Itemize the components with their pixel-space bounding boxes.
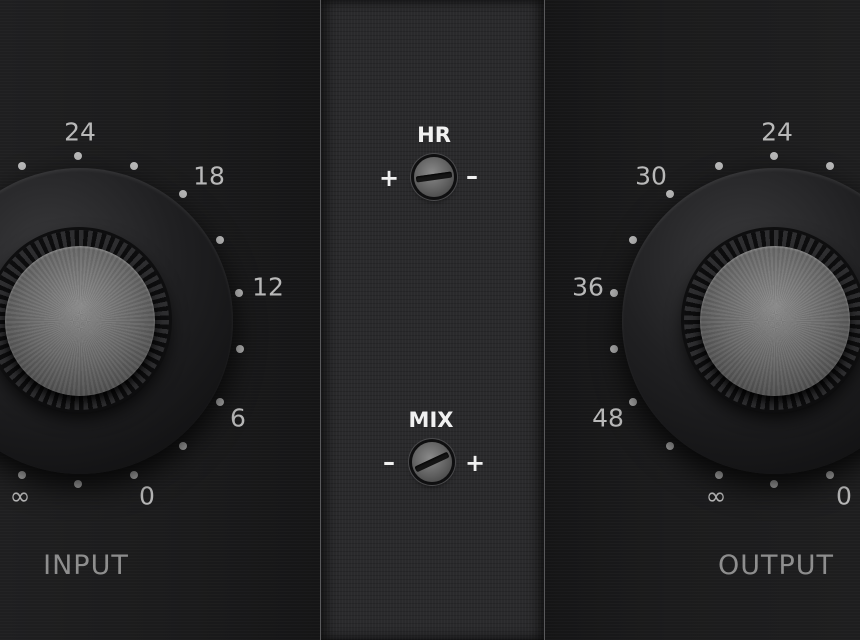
mix-plus-sign: + xyxy=(464,449,486,477)
output-knob-cap xyxy=(700,246,850,396)
output-scale-label: 36 xyxy=(572,272,604,302)
input-scale-dot xyxy=(74,480,82,488)
output-scale-dot xyxy=(610,345,618,353)
input-scale-label: 0 xyxy=(139,481,155,511)
output-scale-label: 48 xyxy=(592,403,624,433)
hr-minus-sign: – xyxy=(466,162,478,190)
output-section: 24 30 36 48 ∞ 0 OUTPUT xyxy=(545,0,860,640)
center-panel: HR + – MIX – + xyxy=(320,0,545,640)
input-label: INPUT xyxy=(43,550,129,581)
mix-minus-sign: – xyxy=(383,448,395,476)
input-knob-cap xyxy=(5,246,155,396)
input-scale-label: 24 xyxy=(64,117,96,147)
input-section: 24 18 12 6 0 ∞ INPUT xyxy=(0,0,320,640)
input-scale-dot xyxy=(236,345,244,353)
hr-trim-screw[interactable] xyxy=(414,157,454,197)
output-scale-label: 24 xyxy=(761,117,793,147)
output-label: OUTPUT xyxy=(717,550,835,581)
mix-label: MIX xyxy=(408,408,454,432)
input-scale-label: 12 xyxy=(252,272,284,302)
output-scale-dot xyxy=(770,480,778,488)
output-scale-dot xyxy=(770,152,778,160)
mix-screw-slot xyxy=(414,451,450,473)
mix-trim-screw[interactable] xyxy=(412,442,452,482)
input-knob[interactable] xyxy=(0,168,233,474)
output-scale-dot xyxy=(610,289,618,297)
hr-screw-slot xyxy=(415,171,453,183)
hr-label: HR xyxy=(417,123,451,147)
output-scale-label: ∞ xyxy=(705,481,727,511)
hr-plus-sign: + xyxy=(378,164,400,192)
output-knob[interactable] xyxy=(622,168,860,474)
input-scale-label: ∞ xyxy=(9,481,31,511)
input-scale-dot xyxy=(235,289,243,297)
output-scale-label: 0 xyxy=(836,481,852,511)
input-scale-dot xyxy=(74,152,82,160)
